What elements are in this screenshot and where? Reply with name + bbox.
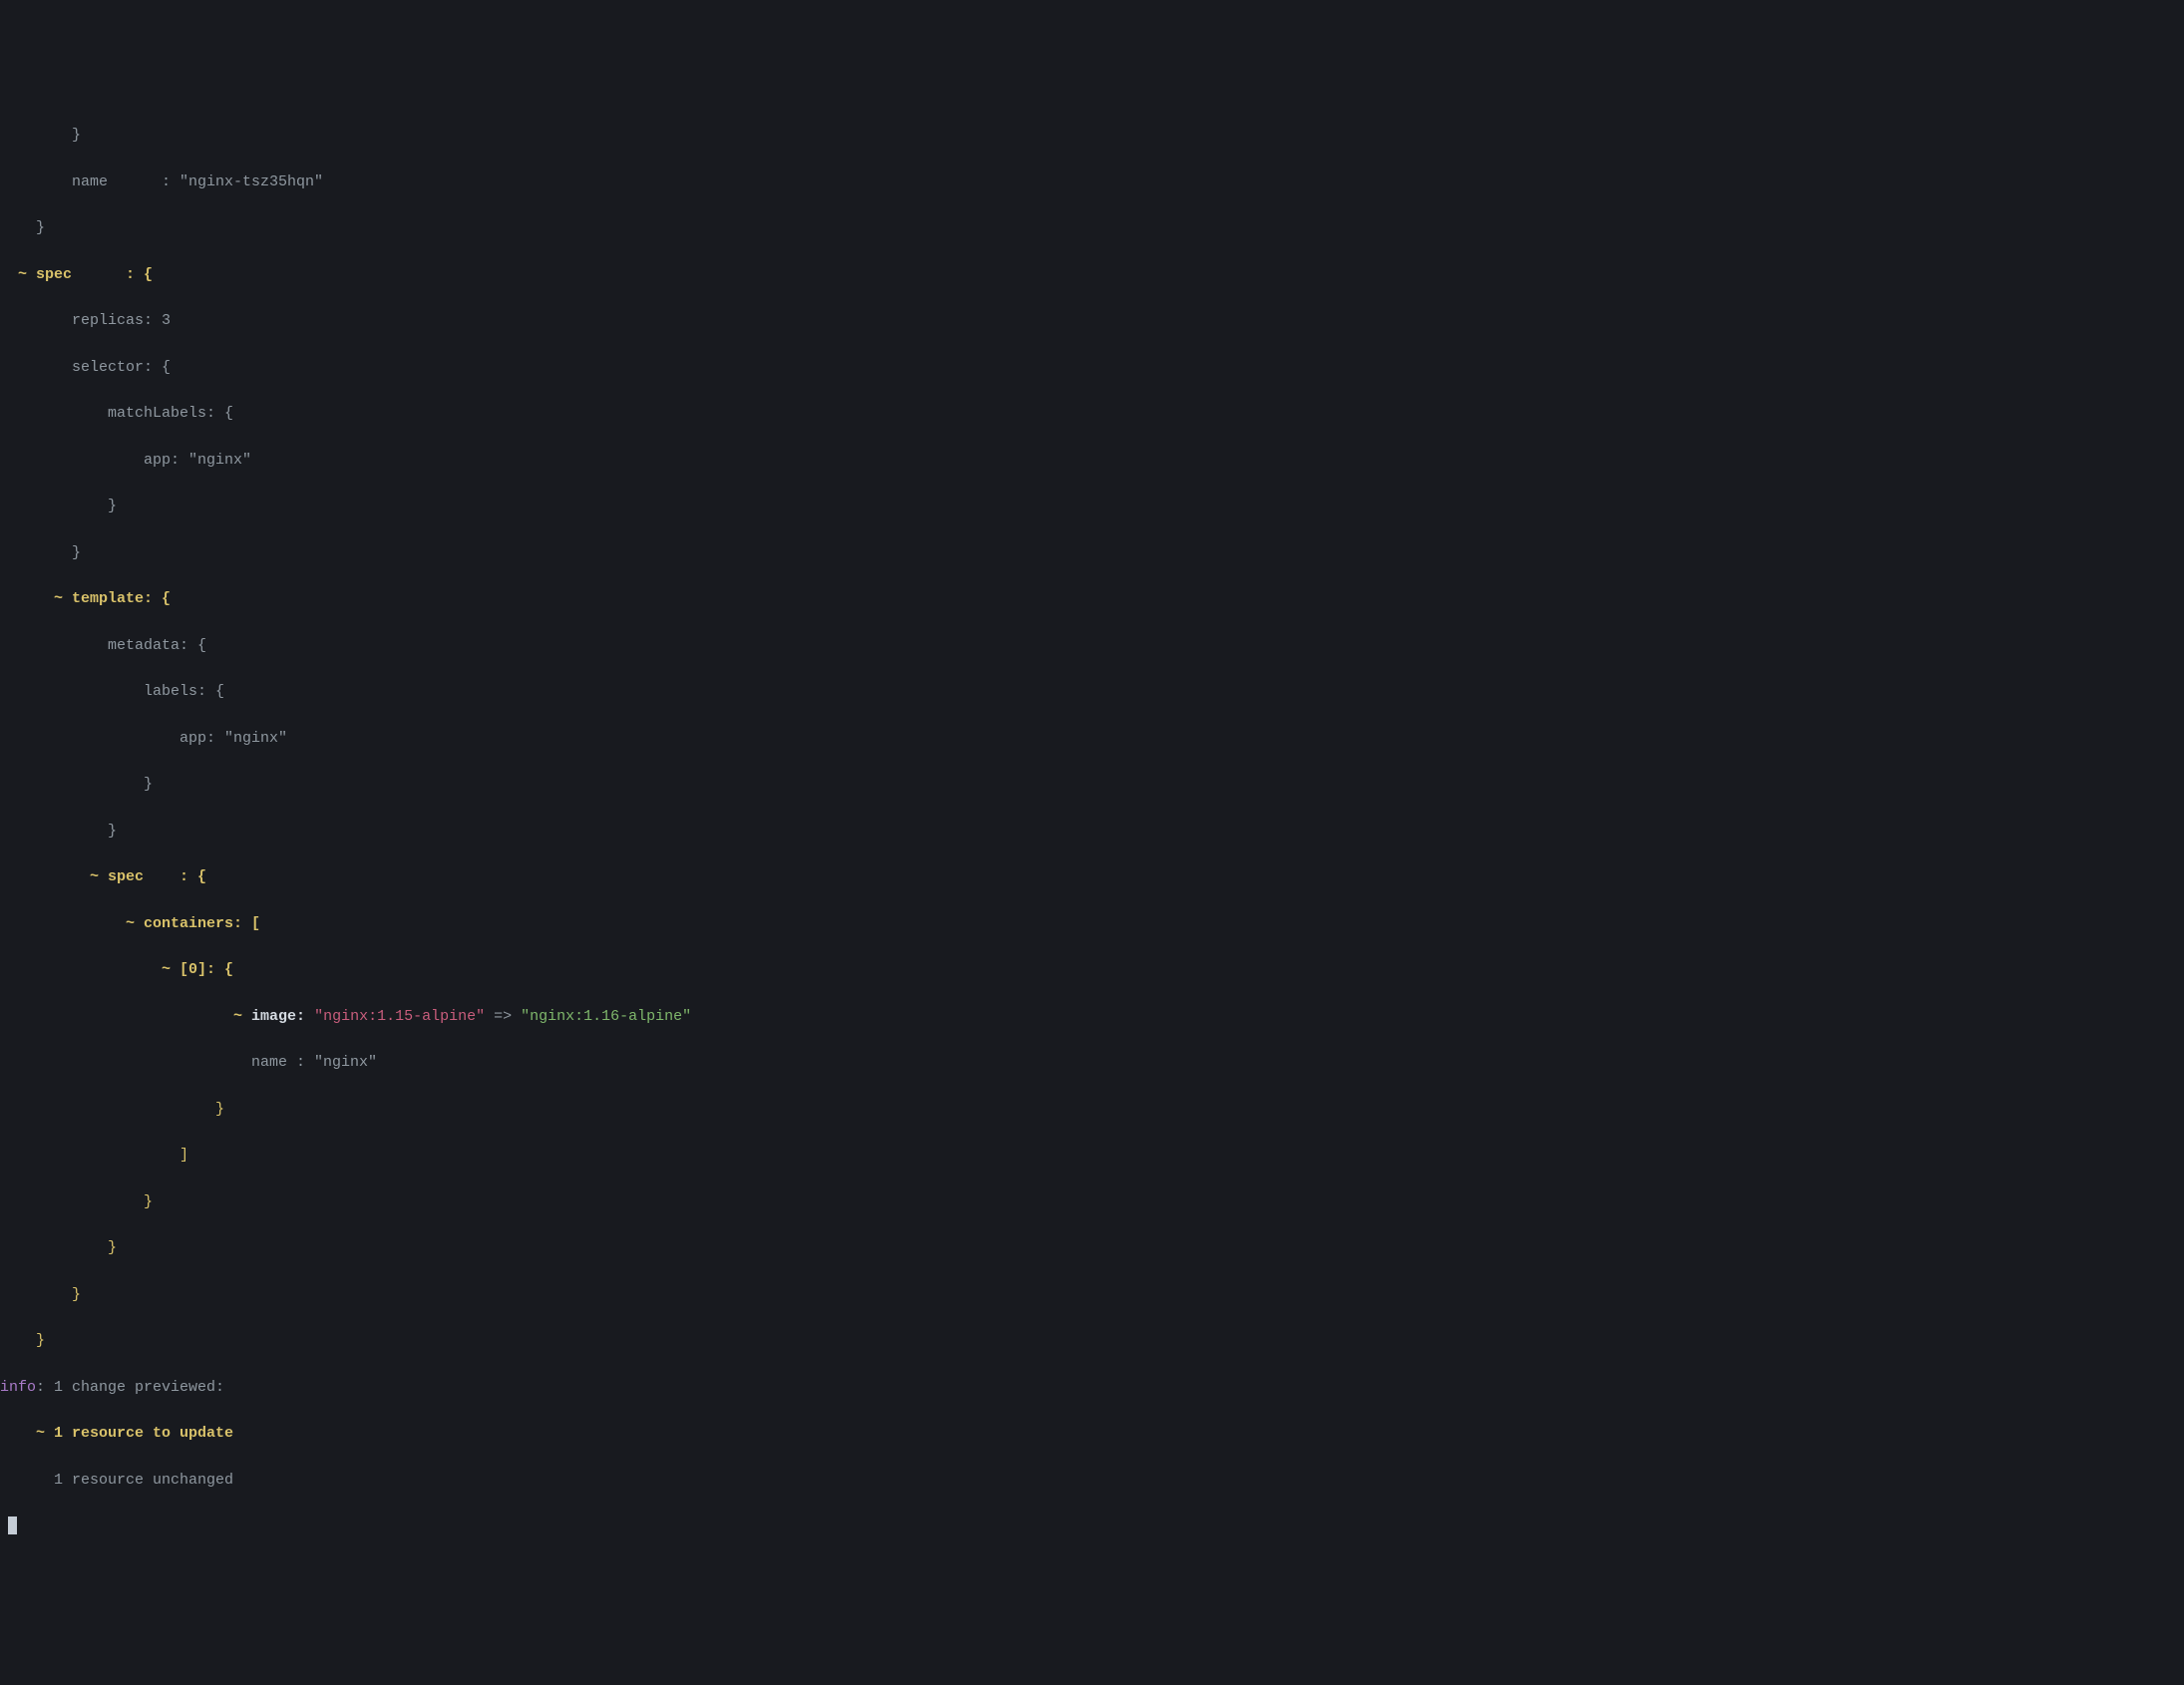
diff-line: }: [0, 127, 81, 144]
info-label: info: [0, 1379, 36, 1396]
diff-brace: }: [0, 1332, 45, 1349]
diff-old-value: "nginx:1.15-alpine": [314, 1008, 485, 1025]
summary-marker: ~: [0, 1425, 54, 1442]
terminal-cursor[interactable]: [8, 1516, 17, 1534]
diff-key-changed: spec : {: [108, 868, 206, 885]
diff-line: }: [0, 823, 117, 840]
diff-key-changed: [0]: {: [180, 961, 233, 978]
diff-brace: }: [0, 1193, 153, 1210]
diff-marker: ~: [0, 868, 108, 885]
terminal-output: } name : "nginx-tsz35hqn" } ~ spec : { r…: [0, 101, 2184, 1561]
diff-key-changed: template: {: [72, 590, 171, 607]
summary-unchanged: 1 resource unchanged: [0, 1472, 233, 1489]
diff-line: }: [0, 776, 153, 793]
diff-line: }: [0, 498, 117, 514]
diff-line: labels: {: [0, 683, 224, 700]
diff-line: metadata: {: [0, 637, 206, 654]
diff-brace: }: [0, 1239, 117, 1256]
diff-line: app: "nginx": [0, 452, 251, 469]
diff-marker: ~: [0, 266, 36, 283]
diff-key-changed: spec : {: [36, 266, 153, 283]
diff-brace: ]: [0, 1147, 188, 1164]
diff-line: app: "nginx": [0, 730, 287, 747]
diff-marker: ~: [0, 590, 72, 607]
diff-line: }: [0, 219, 45, 236]
diff-marker: ~: [0, 961, 180, 978]
diff-arrow: =>: [485, 1008, 521, 1025]
diff-line: matchLabels: {: [0, 405, 233, 422]
diff-line: }: [0, 544, 81, 561]
diff-value: "nginx-tsz35hqn": [180, 173, 323, 190]
diff-brace: }: [0, 1286, 81, 1303]
info-text: : 1 change previewed:: [36, 1379, 224, 1396]
summary-update: 1 resource to update: [54, 1425, 233, 1442]
diff-marker: ~: [0, 1008, 251, 1025]
diff-key-image: image:: [251, 1008, 314, 1025]
diff-brace: }: [0, 1101, 224, 1118]
diff-line: replicas: 3: [0, 312, 171, 329]
diff-line: selector: {: [0, 359, 171, 376]
diff-line: name : "nginx": [0, 1054, 377, 1071]
diff-key-changed: containers: [: [144, 915, 260, 932]
diff-key: name :: [0, 173, 180, 190]
diff-new-value: "nginx:1.16-alpine": [521, 1008, 691, 1025]
diff-marker: ~: [0, 915, 144, 932]
